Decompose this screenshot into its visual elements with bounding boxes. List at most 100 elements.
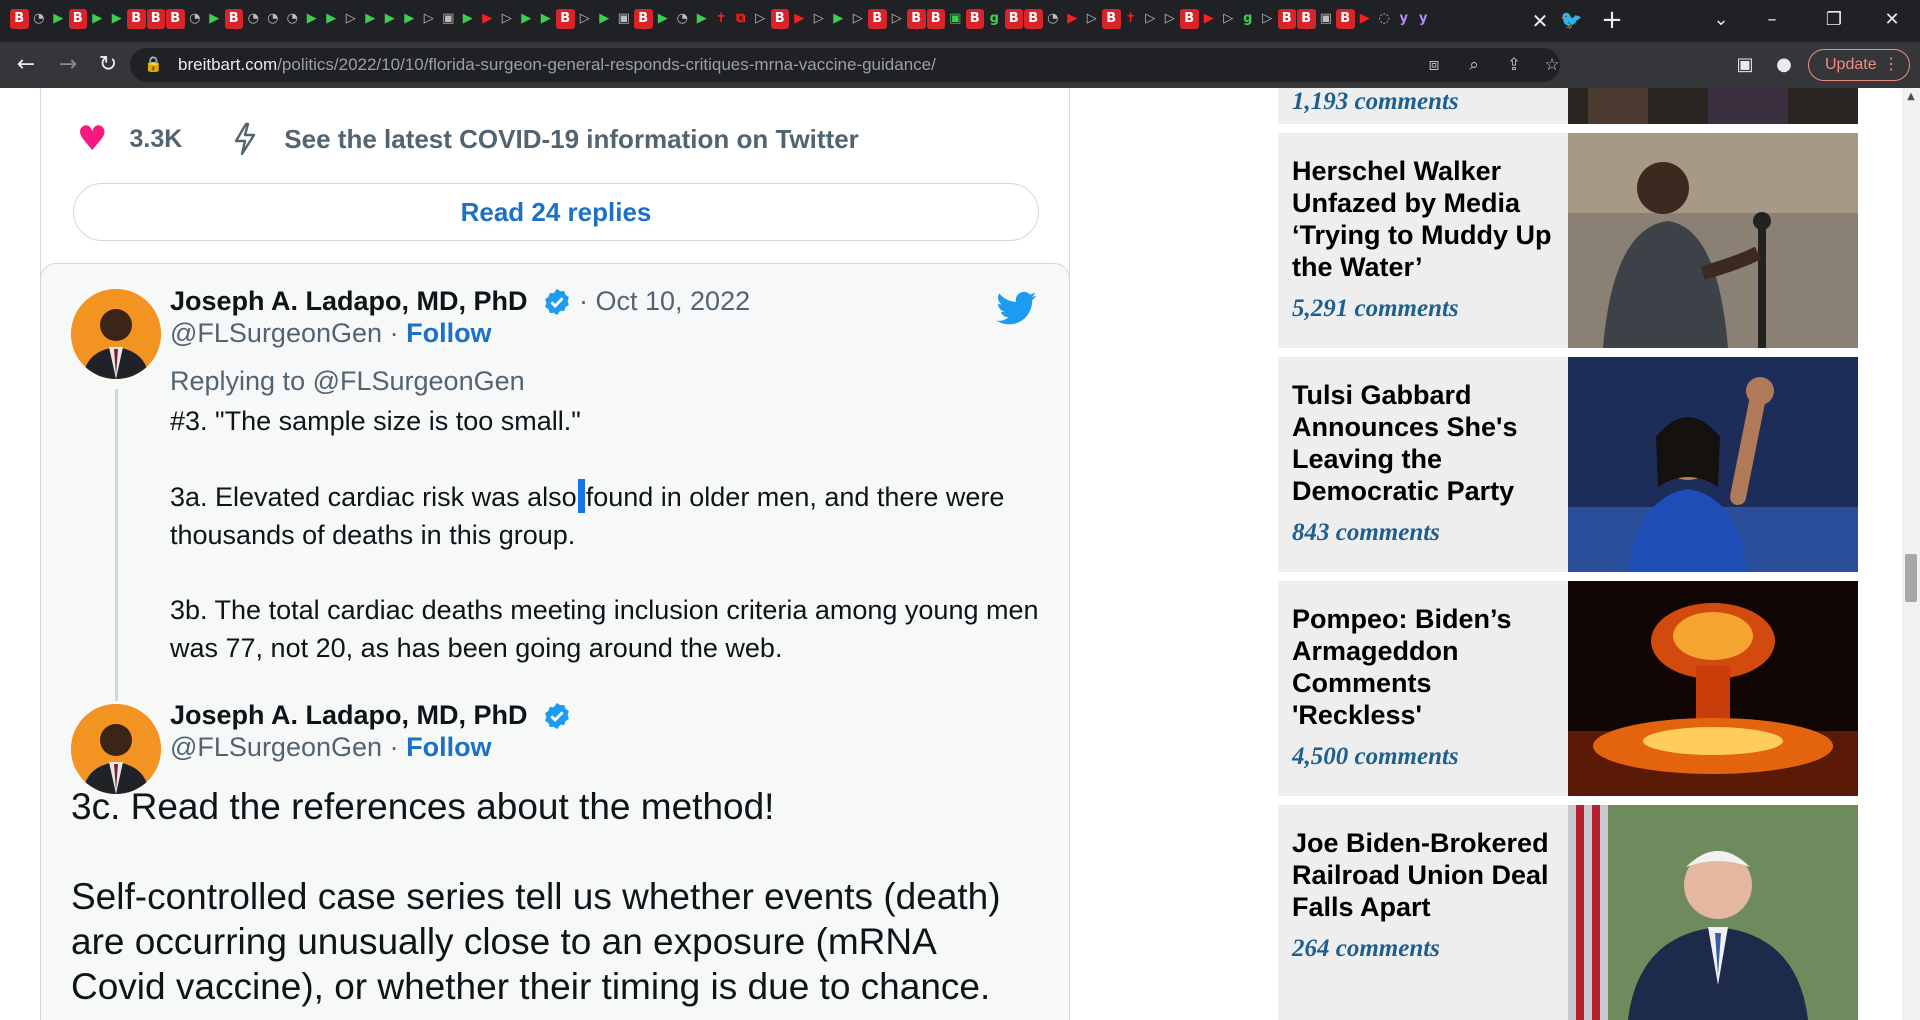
pinned-tab-icon[interactable]: g bbox=[1239, 9, 1258, 29]
pinned-tab-icon[interactable]: ◔ bbox=[186, 9, 205, 29]
pinned-tab-icon[interactable]: ▶ bbox=[537, 9, 556, 29]
avatar[interactable] bbox=[71, 704, 161, 794]
pinned-tab-icon[interactable]: ▶ bbox=[790, 9, 809, 29]
pinned-tab-icon[interactable]: ▷ bbox=[1219, 9, 1238, 29]
new-tab-button[interactable]: + bbox=[1598, 6, 1626, 34]
pinned-tab-icon[interactable]: ▷ bbox=[342, 9, 361, 29]
pinned-tab-icon[interactable]: ▷ bbox=[1141, 9, 1160, 29]
story-thumbnail[interactable] bbox=[1568, 357, 1858, 572]
read-replies-button[interactable]: Read 24 replies bbox=[73, 183, 1039, 241]
pinned-tab-icon[interactable]: ✝ bbox=[1122, 9, 1141, 29]
pinned-tab-icon[interactable]: ◌ bbox=[1375, 9, 1394, 29]
pinned-tab-icon[interactable]: B bbox=[127, 9, 146, 29]
story-comments[interactable]: 4,500 comments bbox=[1292, 743, 1459, 771]
pinned-tab-icon[interactable]: B bbox=[1180, 9, 1199, 29]
sidebar-story-4[interactable]: Joe Biden-Brokered Railroad Union Deal F… bbox=[1278, 805, 1858, 1020]
tweet-author-name[interactable]: Joseph A. Ladapo, MD, PhD bbox=[170, 286, 528, 317]
story-title[interactable]: Joe Biden-Brokered Railroad Union Deal F… bbox=[1292, 827, 1562, 923]
story-thumbnail[interactable] bbox=[1568, 133, 1858, 348]
pinned-tab-icon[interactable]: ◔ bbox=[673, 9, 692, 29]
pinned-tab-icon[interactable]: ▷ bbox=[1161, 9, 1180, 29]
pinned-tab-icon[interactable]: ▶ bbox=[49, 9, 68, 29]
pinned-tab-icon[interactable]: ▷ bbox=[849, 9, 868, 29]
pinned-tab-icon[interactable]: ▷ bbox=[576, 9, 595, 29]
sidebar-story-partial[interactable]: 1,193 comments bbox=[1278, 88, 1858, 124]
tweet-date[interactable]: · Oct 10, 2022 bbox=[579, 286, 750, 317]
url-text[interactable]: breitbart.com/politics/2022/10/10/florid… bbox=[178, 55, 936, 75]
pinned-tab-icon[interactable]: B bbox=[770, 9, 789, 29]
close-tab-icon[interactable]: ✕ bbox=[1528, 9, 1552, 33]
side-panel-icon[interactable]: ▣ bbox=[1733, 53, 1757, 77]
pinned-tab-icon[interactable]: B bbox=[10, 9, 29, 29]
pinned-tab-icon[interactable]: g bbox=[985, 9, 1004, 29]
quoted-handle[interactable]: @FLSurgeonGen bbox=[170, 732, 382, 762]
pinned-tab-icon[interactable]: ◔ bbox=[1044, 9, 1063, 29]
pinned-tab-icon[interactable]: ◔ bbox=[244, 9, 263, 29]
twitter-tab-icon[interactable]: 🐦 bbox=[1560, 10, 1582, 31]
follow-link[interactable]: Follow bbox=[406, 732, 491, 762]
story-comments[interactable]: 5,291 comments bbox=[1292, 295, 1459, 323]
pinned-tab-icon[interactable]: B bbox=[146, 9, 165, 29]
story-title[interactable]: Pompeo: Biden’s Armageddon Comments 'Rec… bbox=[1292, 603, 1562, 731]
story-title[interactable]: Herschel Walker Unfazed by Media ‘Trying… bbox=[1292, 155, 1562, 283]
pinned-tab-icon[interactable]: B bbox=[1277, 9, 1296, 29]
covid-info-link[interactable]: See the latest COVID-19 information on T… bbox=[284, 124, 859, 155]
pinned-tab-icon[interactable]: B bbox=[868, 9, 887, 29]
pinned-tab-icon[interactable]: B bbox=[634, 9, 653, 29]
pinned-tab-icon[interactable]: B bbox=[68, 9, 87, 29]
pinned-tab-icon[interactable]: ▶ bbox=[459, 9, 478, 29]
pinned-tab-icon[interactable]: ▶ bbox=[1063, 9, 1082, 29]
replying-to[interactable]: Replying to @FLSurgeonGen bbox=[170, 366, 525, 397]
story-comments[interactable]: 264 comments bbox=[1292, 935, 1440, 963]
pinned-tab-icon[interactable]: ▶ bbox=[1356, 9, 1375, 29]
sidebar-story-2[interactable]: Tulsi Gabbard Announces She's Leaving th… bbox=[1278, 357, 1858, 572]
address-bar[interactable]: 🔒 breitbart.com/politics/2022/10/10/flor… bbox=[130, 48, 1560, 82]
pinned-tab-icon[interactable]: ▶ bbox=[322, 9, 341, 29]
pinned-tab-icon[interactable]: ◔ bbox=[30, 9, 49, 29]
pinned-tab-icon[interactable]: ▷ bbox=[751, 9, 770, 29]
zoom-icon[interactable]: ⌕ bbox=[1462, 53, 1486, 77]
sidebar-story-1[interactable]: Herschel Walker Unfazed by Media ‘Trying… bbox=[1278, 133, 1858, 348]
pinned-tab-icon[interactable]: B bbox=[965, 9, 984, 29]
pinned-tab-icon[interactable]: ▶ bbox=[381, 9, 400, 29]
lock-icon[interactable]: 🔒 bbox=[144, 55, 163, 73]
story-comments[interactable]: 843 comments bbox=[1292, 519, 1440, 547]
menu-dots-icon[interactable]: ⋮ bbox=[1883, 50, 1899, 80]
pinned-tab-icon[interactable]: ▣ bbox=[1317, 9, 1336, 29]
pinned-tab-icon[interactable]: B bbox=[166, 9, 185, 29]
story-comments[interactable]: 1,193 comments bbox=[1292, 88, 1459, 116]
pinned-tab-icon[interactable]: B bbox=[556, 9, 575, 29]
pinned-tab-icon[interactable]: B bbox=[1004, 9, 1023, 29]
pinned-tab-icon[interactable]: ✝ bbox=[712, 9, 731, 29]
pinned-tab-icon[interactable]: ▶ bbox=[108, 9, 127, 29]
forward-arrow-icon[interactable]: → bbox=[54, 51, 82, 79]
pinned-tab-icon[interactable]: ▷ bbox=[888, 9, 907, 29]
pinned-tab-icon[interactable]: B bbox=[907, 9, 926, 29]
pinned-tab-favicons[interactable]: B ◔ ▶ B ▶ ▶ B B B ◔ ▶ B ◔ ◔ ◔ ▶ ▶ ▷ ▶ ▶ ▶ ▷ ▣ ▶ ▶ ▷ ▶ ▶ B ▷ ▶ ▣ B ▶ ◔ ▶ ✝ ⧉ ▷ B… bbox=[10, 9, 1510, 33]
pinned-tab-icon[interactable]: ▷ bbox=[498, 9, 517, 29]
pinned-tab-icon[interactable]: B bbox=[1102, 9, 1121, 29]
pinned-tab-icon[interactable]: ▶ bbox=[361, 9, 380, 29]
pinned-tab-icon[interactable]: B bbox=[224, 9, 243, 29]
pinned-tab-icon[interactable]: ▶ bbox=[88, 9, 107, 29]
page-scrollbar[interactable]: ▲ bbox=[1902, 88, 1920, 1020]
avatar[interactable] bbox=[71, 289, 161, 379]
back-arrow-icon[interactable]: ← bbox=[12, 51, 40, 79]
heart-icon[interactable]: ♥ bbox=[77, 122, 107, 156]
profile-icon[interactable]: ● bbox=[1772, 53, 1796, 77]
pinned-tab-icon[interactable]: ▶ bbox=[693, 9, 712, 29]
likes-count[interactable]: 3.3K bbox=[129, 125, 182, 154]
quoted-author-name[interactable]: Joseph A. Ladapo, MD, PhD bbox=[170, 700, 528, 731]
follow-link[interactable]: Follow bbox=[406, 318, 491, 348]
pinned-tab-icon[interactable]: ▶ bbox=[654, 9, 673, 29]
tweet-handle[interactable]: @FLSurgeonGen bbox=[170, 318, 382, 348]
pinned-tab-icon[interactable]: ▣ bbox=[946, 9, 965, 29]
pinned-tab-icon[interactable]: ▶ bbox=[205, 9, 224, 29]
pinned-tab-icon[interactable]: ▶ bbox=[595, 9, 614, 29]
pinned-tab-icon[interactable]: ◔ bbox=[264, 9, 283, 29]
close-window-icon[interactable]: ✕ bbox=[1876, 6, 1908, 34]
pinned-tab-icon[interactable]: B bbox=[1336, 9, 1355, 29]
pinned-tab-icon[interactable]: ▷ bbox=[1258, 9, 1277, 29]
sidebar-story-3[interactable]: Pompeo: Biden’s Armageddon Comments 'Rec… bbox=[1278, 581, 1858, 796]
pinned-tab-icon[interactable]: ▶ bbox=[829, 9, 848, 29]
